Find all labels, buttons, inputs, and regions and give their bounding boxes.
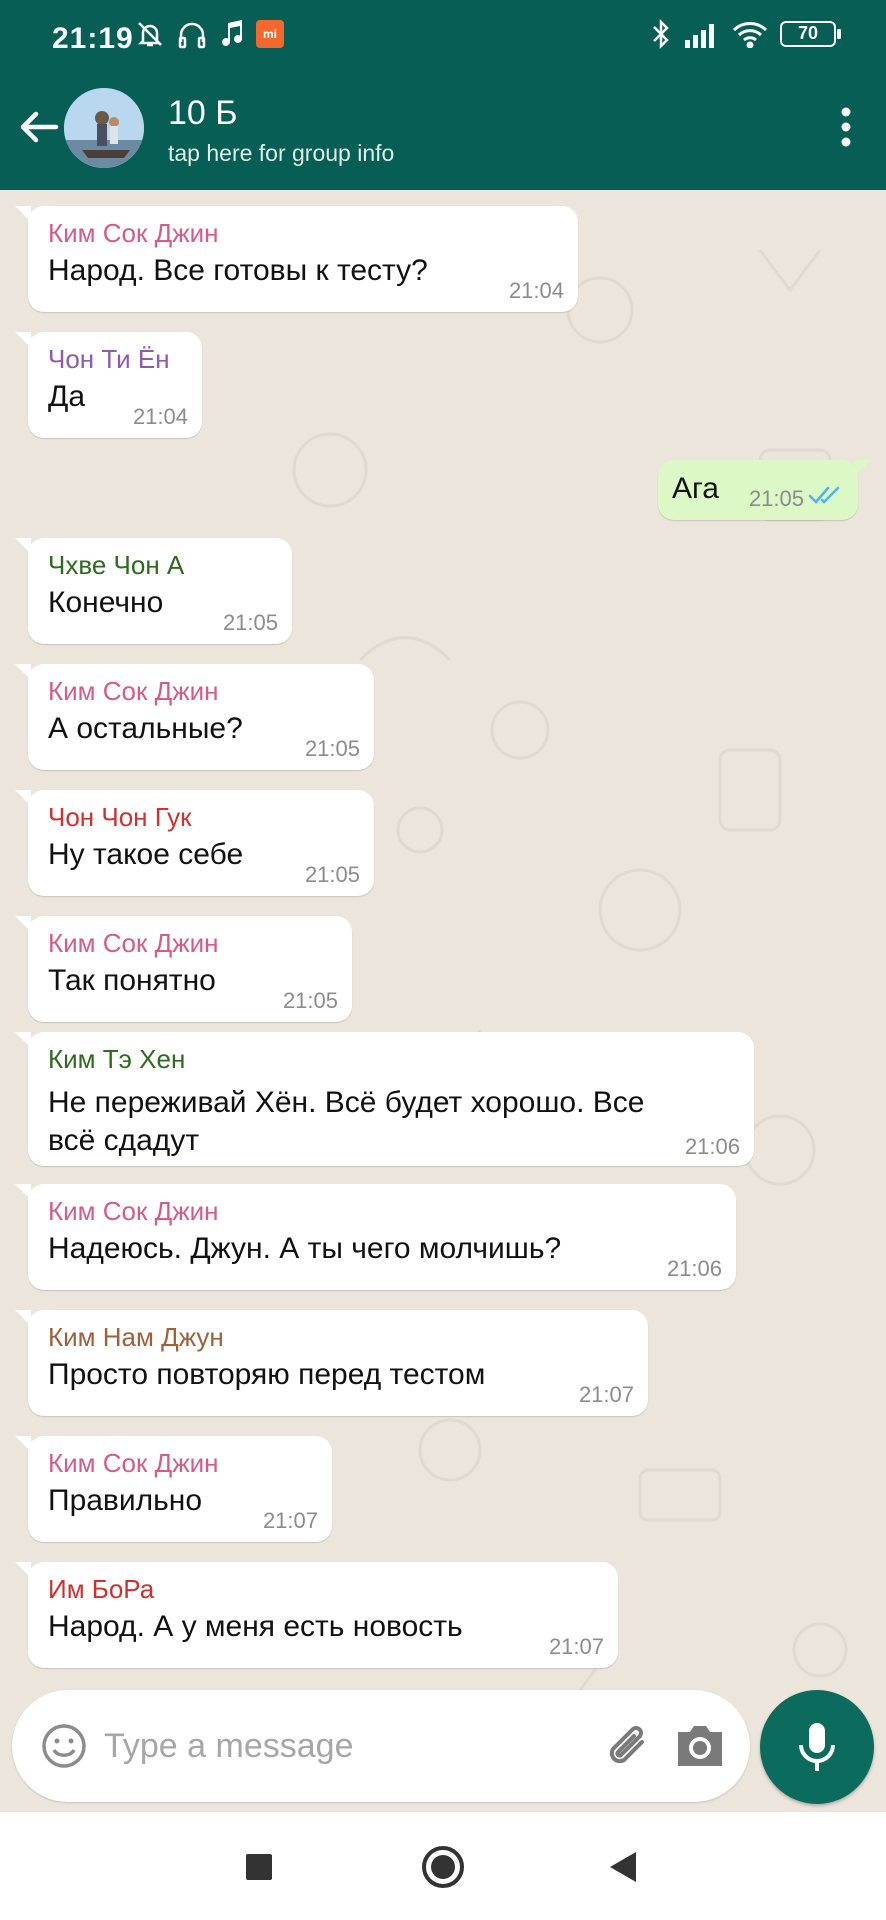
message-bubble[interactable]: Ким Сок Джин Народ. Все готовы к тесту? … xyxy=(15,206,578,312)
message-time: 21:05 xyxy=(282,988,338,1013)
message-text: Просто повторяю перед тестом xyxy=(48,1358,486,1391)
microphone-icon xyxy=(799,1723,835,1771)
attach-button[interactable] xyxy=(602,1718,658,1774)
status-icons-right: 70 xyxy=(650,18,841,50)
message-sender: Чон Чон Гук xyxy=(48,802,192,832)
overflow-menu-button[interactable] xyxy=(826,102,866,152)
home-icon[interactable] xyxy=(422,1846,464,1888)
message-text: Так понятно xyxy=(48,964,216,997)
message-text: Народ. Все готовы к тесту? xyxy=(48,254,428,287)
message-sender: Чхве Чон А xyxy=(48,550,185,580)
message-time: 21:06 xyxy=(684,1134,740,1159)
voice-record-button[interactable] xyxy=(760,1690,874,1804)
message-bubble[interactable]: Ким Сок Джин А остальные? 21:05 xyxy=(15,664,374,770)
message-time: 21:07 xyxy=(578,1382,634,1407)
message-time: 21:05 xyxy=(304,862,360,887)
message-text-line: всё сдадут xyxy=(48,1124,200,1157)
system-back-icon[interactable] xyxy=(610,1852,636,1882)
message-time: 21:07 xyxy=(262,1508,318,1533)
double-check-read-icon xyxy=(808,486,840,504)
status-bar: 21:19 mi 70 xyxy=(0,0,886,64)
message-bubble[interactable]: Чон Чон Гук Ну такое себе 21:05 xyxy=(15,790,374,896)
message-sender: Ким Нам Джун xyxy=(48,1322,224,1352)
message-bubble[interactable]: Чон Ти Ён Да 21:04 xyxy=(15,332,202,438)
message-bubble[interactable]: Ким Сок Джин Так понятно 21:05 xyxy=(15,916,352,1022)
message-sender: Ким Сок Джин xyxy=(48,928,219,958)
chat-subtitle[interactable]: tap here for group info xyxy=(168,140,394,167)
message-text: Да xyxy=(48,380,86,413)
message-text: А остальные? xyxy=(48,712,243,745)
message-composer xyxy=(12,1690,750,1802)
chat-title[interactable]: 10 Б xyxy=(168,94,238,133)
message-text: Конечно xyxy=(48,586,164,619)
arrow-left-icon xyxy=(20,111,59,143)
message-bubble[interactable]: Ким Нам Джун Просто повторяю перед тесто… xyxy=(15,1310,648,1416)
headphones-icon xyxy=(178,22,206,49)
message-text: Надеюсь. Джун. А ты чего молчишь? xyxy=(48,1232,562,1265)
message-list[interactable]: Ким Сок Джин Народ. Все готовы к тесту? … xyxy=(0,190,886,1812)
message-sender: Ким Сок Джин xyxy=(48,676,219,706)
camera-button[interactable] xyxy=(674,1720,726,1772)
more-vertical-icon xyxy=(841,107,851,147)
group-avatar[interactable] xyxy=(64,88,144,168)
message-time: 21:04 xyxy=(508,278,564,303)
back-button[interactable] xyxy=(14,102,64,152)
message-time: 21:04 xyxy=(132,404,188,429)
system-nav-bar xyxy=(0,1812,886,1920)
message-bubble[interactable]: Ким Сок Джин Правильно 21:07 xyxy=(15,1436,332,1542)
message-bubble[interactable]: Чхве Чон А Конечно 21:05 xyxy=(15,538,292,644)
mi-app-icon: mi xyxy=(256,20,284,48)
bluetooth-icon xyxy=(653,18,669,50)
status-time: 21:19 xyxy=(52,22,134,55)
message-text: Ну такое себе xyxy=(48,838,244,871)
message-time: 21:05 xyxy=(222,610,278,635)
signal-icon xyxy=(685,24,714,48)
message-bubble[interactable]: Ким Тэ Хен Не переживай Хён. Всё будет х… xyxy=(15,1032,754,1166)
message-time: 21:06 xyxy=(666,1256,722,1281)
message-sender: Ким Сок Джин xyxy=(48,1196,219,1226)
recent-apps-icon[interactable] xyxy=(246,1854,272,1880)
message-time: 21:07 xyxy=(548,1634,604,1659)
paperclip-icon xyxy=(609,1726,644,1764)
message-text: Правильно xyxy=(48,1484,203,1517)
wifi-icon xyxy=(732,22,768,48)
message-sender: Ким Сок Джин xyxy=(48,218,219,248)
message-bubble[interactable]: Ким Сок Джин Надеюсь. Джун. А ты чего мо… xyxy=(15,1184,736,1290)
battery-icon: 70 xyxy=(780,21,841,47)
message-time: 21:05 xyxy=(748,486,804,511)
message-input[interactable] xyxy=(104,1714,584,1778)
message-text-line: Не переживай Хён. Всё будет хорошо. Все xyxy=(48,1086,645,1119)
status-icons-left: mi xyxy=(134,18,284,50)
emoji-button[interactable] xyxy=(40,1722,88,1770)
message-time: 21:05 xyxy=(304,736,360,761)
message-bubble[interactable]: Им БоРа Народ. А у меня есть новость 21:… xyxy=(15,1562,618,1668)
message-bubble-outgoing[interactable]: Ага 21:05 xyxy=(658,460,871,520)
message-sender: Ким Сок Джин xyxy=(48,1448,219,1478)
camera-icon xyxy=(678,1726,722,1766)
chat-header[interactable]: 10 Б tap here for group info xyxy=(0,64,886,190)
message-sender: Им БоРа xyxy=(48,1574,155,1604)
mute-bell-icon xyxy=(137,22,163,47)
message-text: Ага xyxy=(672,472,719,505)
emoji-icon xyxy=(42,1724,86,1768)
message-sender: Ким Тэ Хен xyxy=(48,1044,186,1074)
message-sender: Чон Ти Ён xyxy=(48,344,170,374)
message-text: Народ. А у меня есть новость xyxy=(48,1610,463,1643)
music-note-icon xyxy=(222,20,242,46)
